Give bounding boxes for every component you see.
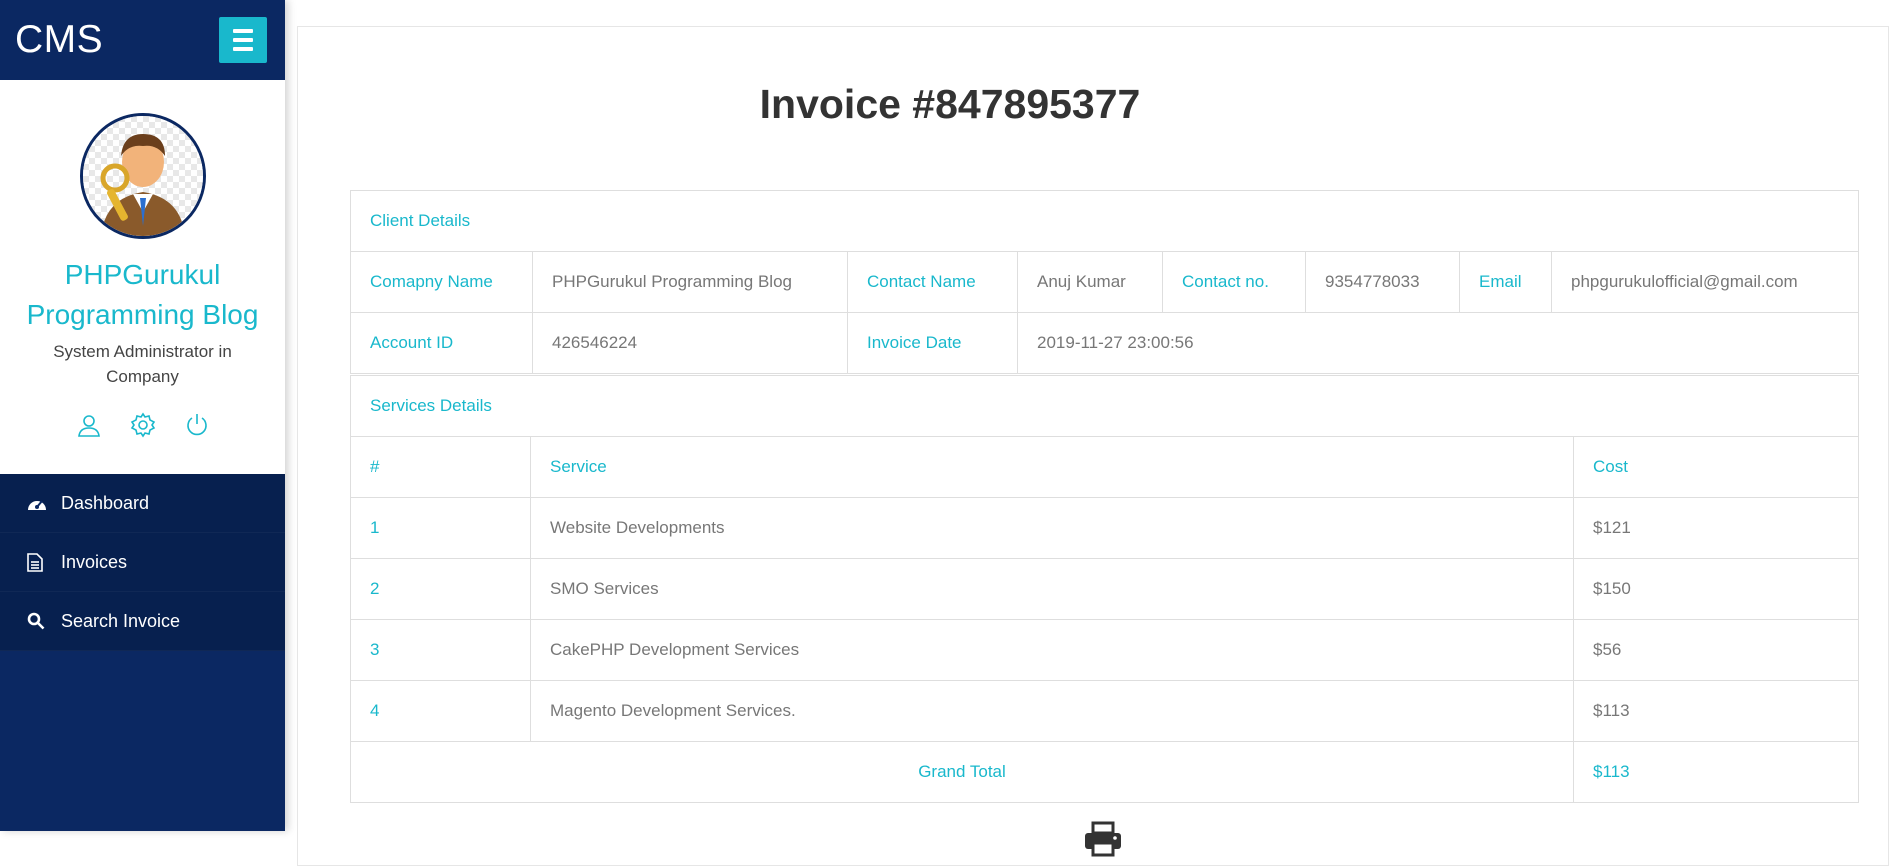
table-header-row: # Service Cost bbox=[350, 436, 1859, 498]
column-header-number: # bbox=[350, 436, 531, 498]
sidebar-nav: Dashboard Invoices Search Invoice bbox=[0, 474, 285, 651]
document-icon bbox=[27, 552, 47, 572]
dashboard-icon bbox=[27, 495, 47, 511]
account-id-label: Account ID bbox=[350, 312, 533, 374]
client-details-table: Client Details Comapny Name PHPGurukul P… bbox=[350, 190, 1859, 374]
grand-total-row: Grand Total $113 bbox=[350, 741, 1859, 803]
contact-no-label: Contact no. bbox=[1162, 251, 1306, 313]
printer-icon bbox=[1085, 821, 1121, 857]
profile-role: System Administrator in Company bbox=[53, 342, 232, 386]
sidebar-item-label: Invoices bbox=[61, 551, 128, 572]
menu-icon bbox=[233, 29, 253, 33]
sidebar-item-label: Search Invoice bbox=[61, 610, 181, 631]
avatar bbox=[79, 113, 206, 239]
row-service: Magento Development Services. bbox=[530, 680, 1574, 742]
row-service: CakePHP Development Services bbox=[530, 619, 1574, 681]
row-number: 1 bbox=[350, 497, 531, 559]
sidebar-brand: CMS bbox=[0, 0, 285, 80]
gear-icon[interactable] bbox=[130, 412, 156, 438]
print-button[interactable] bbox=[1083, 821, 1123, 862]
company-name-value: PHPGurukul Programming Blog bbox=[532, 251, 848, 313]
page-title: Invoice #847895377 bbox=[759, 81, 1141, 127]
table-row: 4 Magento Development Services. $113 bbox=[350, 680, 1859, 742]
grand-total-label: Grand Total bbox=[350, 741, 1574, 803]
main-content: Invoice #847895377 Client Details Comapn… bbox=[285, 0, 1901, 866]
row-number: 3 bbox=[350, 619, 531, 681]
menu-toggle-button[interactable] bbox=[219, 17, 267, 63]
column-header-service: Service bbox=[530, 436, 1574, 498]
invoice-panel: Invoice #847895377 Client Details Comapn… bbox=[297, 26, 1889, 866]
sidebar: CMS PHPGurukul Programming Blog System A… bbox=[0, 0, 285, 831]
invoice-date-value: 2019-11-27 23:00:56 bbox=[1017, 312, 1859, 374]
grand-total-value: $113 bbox=[1573, 741, 1859, 803]
email-value: phpgurukulofficial@gmail.com bbox=[1551, 251, 1859, 313]
table-row: 1 Website Developments $121 bbox=[350, 497, 1859, 559]
contact-no-value: 9354778033 bbox=[1305, 251, 1460, 313]
invoice-date-label: Invoice Date bbox=[847, 312, 1018, 374]
row-cost: $150 bbox=[1573, 558, 1859, 620]
sidebar-item-dashboard[interactable]: Dashboard bbox=[0, 474, 285, 533]
table-row: 3 CakePHP Development Services $56 bbox=[350, 619, 1859, 681]
sidebar-item-search-invoice[interactable]: Search Invoice bbox=[0, 592, 285, 651]
profile-name: PHPGurukul Programming Blog bbox=[26, 259, 259, 330]
client-details-header: Client Details bbox=[350, 190, 1859, 252]
services-table: Services Details # Service Cost 1 Websit… bbox=[350, 375, 1859, 803]
sidebar-item-label: Dashboard bbox=[61, 492, 150, 513]
row-number: 2 bbox=[350, 558, 531, 620]
row-cost: $121 bbox=[1573, 497, 1859, 559]
account-id-value: 426546224 bbox=[532, 312, 848, 374]
profile-actions bbox=[0, 412, 285, 438]
email-label: Email bbox=[1459, 251, 1552, 313]
contact-name-value: Anuj Kumar bbox=[1017, 251, 1163, 313]
brand-title: CMS bbox=[15, 18, 104, 61]
row-cost: $56 bbox=[1573, 619, 1859, 681]
services-details-header: Services Details bbox=[350, 375, 1859, 437]
row-service: SMO Services bbox=[530, 558, 1574, 620]
sidebar-item-invoices[interactable]: Invoices bbox=[0, 533, 285, 592]
power-icon[interactable] bbox=[184, 412, 210, 438]
user-icon[interactable] bbox=[76, 412, 102, 438]
contact-name-label: Contact Name bbox=[847, 251, 1018, 313]
row-number: 4 bbox=[350, 680, 531, 742]
table-row: 2 SMO Services $150 bbox=[350, 558, 1859, 620]
profile-card: PHPGurukul Programming Blog System Admin… bbox=[0, 80, 285, 474]
row-cost: $113 bbox=[1573, 680, 1859, 742]
search-icon bbox=[27, 612, 47, 630]
row-service: Website Developments bbox=[530, 497, 1574, 559]
avatar-image bbox=[82, 116, 203, 236]
company-name-label: Comapny Name bbox=[350, 251, 533, 313]
column-header-cost: Cost bbox=[1573, 436, 1859, 498]
